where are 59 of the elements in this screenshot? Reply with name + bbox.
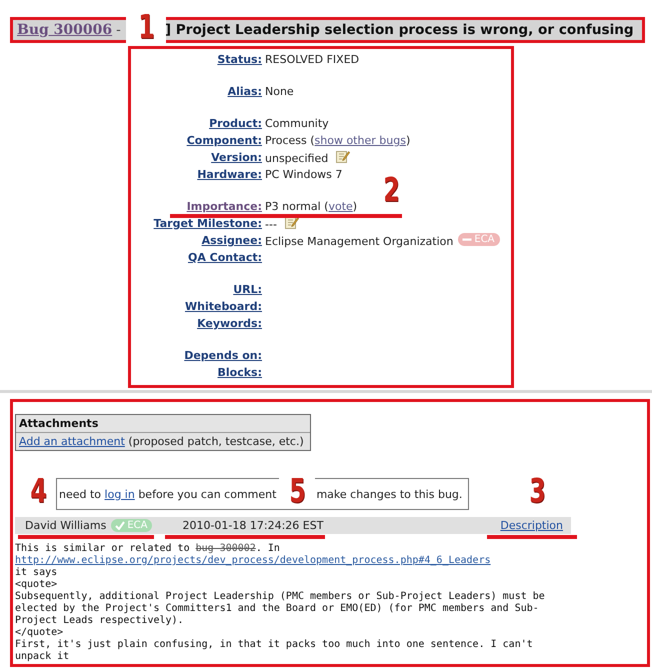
login-link[interactable]: log in xyxy=(104,488,135,500)
eca-badge: ECA xyxy=(458,233,500,246)
comment-line: First, it's just plain confusing, in that it packs too much into one sentence. I can't xyxy=(15,639,533,651)
field-label[interactable]: Keywords: xyxy=(197,317,262,330)
field-value: RESOLVED FIXED xyxy=(265,53,360,66)
field-label[interactable]: Alias: xyxy=(228,85,262,98)
attachments-heading: Attachments xyxy=(19,417,98,430)
login-message: make changes to this bug. xyxy=(316,488,462,500)
attachment-hint: (proposed patch, testcase, etc.) xyxy=(127,435,304,448)
bug-link[interactable]: bug 300002 xyxy=(196,543,256,554)
field-link[interactable]: show other bugs xyxy=(314,134,406,147)
callout-number: 5 xyxy=(288,474,306,506)
comment-line: Project Leads respectively). xyxy=(15,615,184,627)
callout-number: 2 xyxy=(382,172,400,206)
field-label[interactable]: Importance: xyxy=(186,200,262,213)
field-label[interactable]: Blocks: xyxy=(218,366,262,379)
field-value: P3 normal (vote) xyxy=(265,200,358,213)
comment-line: elected by the Project's Committers1 and the Board or EMO(ED) (for PMC members and Sub- xyxy=(15,603,539,615)
field-label[interactable]: Target Milestone: xyxy=(154,217,262,230)
comment-author: David Williams xyxy=(25,519,106,532)
separator: - xyxy=(116,22,121,38)
comment-line: </quote> xyxy=(15,627,64,639)
field-label[interactable]: Component: xyxy=(186,134,262,147)
check-icon xyxy=(115,521,126,530)
comment-line: it says xyxy=(15,567,58,579)
field-label[interactable]: Assignee: xyxy=(202,234,262,247)
field-value: unspecified xyxy=(265,152,328,165)
field-label[interactable]: Status: xyxy=(217,53,262,66)
comment-line: This is similar or related to bug 300002. In xyxy=(15,543,280,555)
login-message: need to log in before you can comment xyxy=(59,488,276,500)
field-value: Community xyxy=(265,117,329,130)
url-link[interactable]: http://www.eclipse.org/projects/dev_process/development_process.php#4_6_Leaders xyxy=(15,555,491,566)
field-value: None xyxy=(265,85,294,98)
edit-icon[interactable] xyxy=(336,150,350,163)
field-label[interactable]: Whiteboard: xyxy=(184,300,262,313)
comment-time: 2010-01-18 17:24:26 EST xyxy=(182,519,324,532)
callout-number: 1 xyxy=(138,10,154,42)
description-link[interactable]: Description xyxy=(500,519,563,532)
field-label[interactable]: Hardware: xyxy=(197,168,262,181)
field-label[interactable]: Version: xyxy=(211,151,262,164)
field-label[interactable]: URL: xyxy=(233,283,262,296)
field-value: Process (show other bugs) xyxy=(265,134,410,147)
callout-number: 4 xyxy=(30,474,46,506)
field-link[interactable]: vote xyxy=(328,200,353,213)
field-label[interactable]: Product: xyxy=(209,117,262,130)
field-label[interactable]: Depends on: xyxy=(184,349,262,362)
bug-link[interactable]: Bug 300006 xyxy=(17,22,112,38)
callout-number: 3 xyxy=(528,474,546,506)
field-value: Eclipse Management Organization xyxy=(265,235,454,248)
add-attachment-link[interactable]: Add an attachment xyxy=(19,435,125,448)
comment-line: <quote> xyxy=(15,579,58,591)
bug-summary: ] Project Leadership selection process is wrong, or confusing xyxy=(164,22,634,38)
field-value: PC Windows 7 xyxy=(265,168,342,181)
comment-line: Subsequently, additional Project Leadership (PMC members or Sub-Project Leaders) must be xyxy=(15,591,545,603)
edit-icon[interactable] xyxy=(284,216,299,229)
field-value: --- xyxy=(265,218,277,231)
field-label[interactable]: QA Contact: xyxy=(188,251,262,264)
comment-line: unpack it xyxy=(15,651,70,663)
eca-badge: ECA xyxy=(111,519,152,532)
